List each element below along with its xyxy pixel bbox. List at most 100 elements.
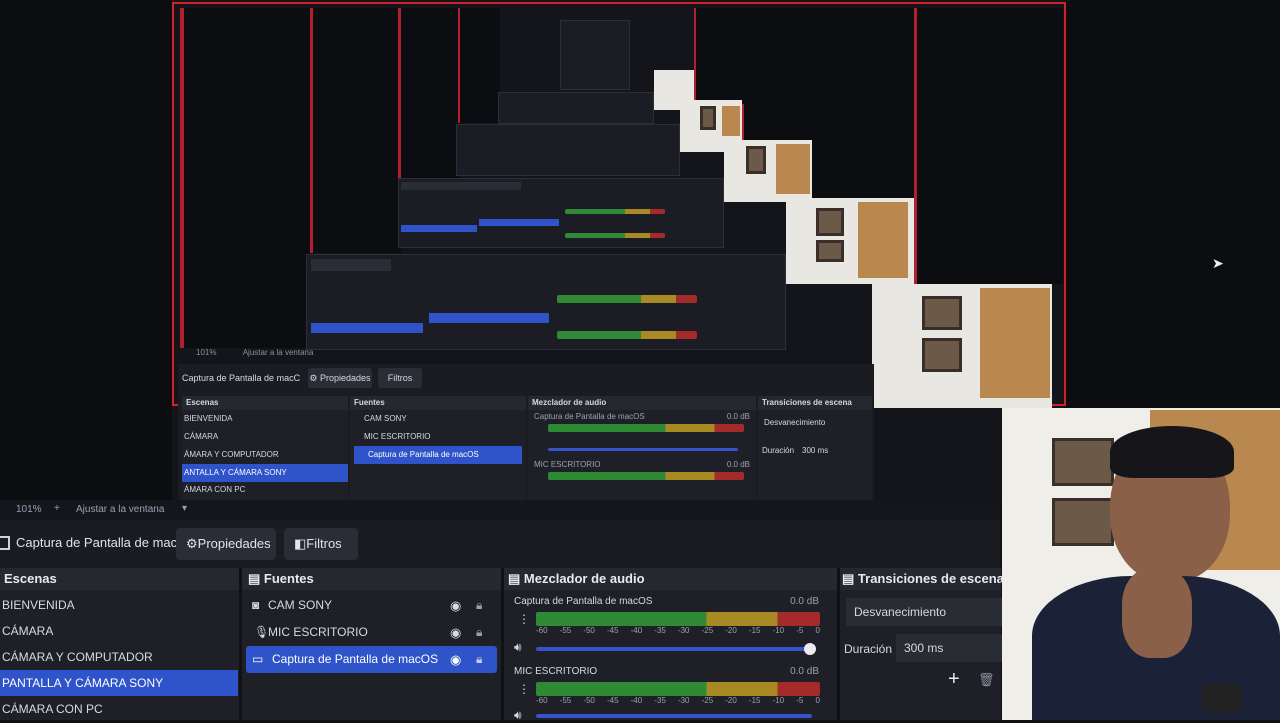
audio-mixer-panel: ▤ Mezclador de audio Captura de Pantalla…	[504, 568, 838, 723]
nested-frame-3	[398, 8, 461, 178]
scene-transitions-panel: ▤ Transiciones de escena Desvanecimiento…	[840, 568, 1004, 720]
nested-frame-4	[458, 8, 500, 123]
channel-menu-icon[interactable]: ⋮	[518, 682, 530, 696]
nested-zoom-value: 101%	[196, 348, 217, 357]
add-transition-icon[interactable]: +	[948, 668, 960, 691]
nested-duration-label: Duración	[762, 446, 795, 455]
room-slice-3	[724, 140, 812, 202]
sources-title-row: ▤ Fuentes	[242, 568, 501, 590]
trash-icon[interactable]: 🗑︎	[978, 672, 995, 688]
scenes-title: Escenas	[0, 568, 239, 590]
zoom-bar: 101% + Ajustar a la ventana ▾	[0, 500, 1000, 520]
properties-button[interactable]: ⚙Propiedades	[176, 528, 276, 560]
transitions-title: Transiciones de escena	[857, 571, 1004, 586]
scene-item-selected[interactable]: PANTALLA Y CÁMARA SONY	[0, 670, 238, 696]
scene-item[interactable]: CÁMARA	[0, 618, 239, 644]
nested-scenes-panel: Escenas BIENVENIDA CÁMARA ÁMARA Y COMPUT…	[182, 396, 348, 500]
duration-input[interactable]: 300 ms	[896, 634, 1002, 662]
fit-to-window-label[interactable]: Ajustar a la ventana	[76, 504, 164, 515]
mixer-channel-db: 0.0 dB	[790, 666, 819, 677]
nested-mixer-ch1-name: Captura de Pantalla de macOS	[534, 412, 645, 421]
nested-scene-item-selected: ANTALLA Y CÁMARA SONY	[182, 464, 348, 482]
nested-fit-label: Ajustar a la ventana	[242, 348, 314, 357]
nested-mixer-ch2-meter	[548, 472, 744, 480]
nested-frame-1	[180, 8, 314, 348]
visibility-eye-icon[interactable]: ◉	[450, 646, 461, 673]
nested-transitions-title: Transiciones de escena	[758, 396, 872, 410]
transition-select[interactable]: Desvanecimiento	[846, 598, 1002, 626]
visibility-eye-icon[interactable]: ◉	[450, 619, 461, 646]
selected-source-label: Captura de Pantalla de macC	[16, 535, 187, 550]
scenes-panel: Escenas BIENVENIDA CÁMARA CÁMARA Y COMPU…	[0, 568, 240, 720]
speaker-icon[interactable]: 🔊︎	[514, 640, 522, 655]
nested-transitions-panel: Transiciones de escena Desvanecimiento D…	[758, 396, 872, 500]
nested-medium-selected-scene	[401, 225, 477, 232]
nested-large-toolbar	[311, 259, 391, 271]
nested-source-item: MIC ESCRITORIO	[364, 432, 431, 441]
nested-frame-right-2	[914, 8, 1063, 284]
fit-dropdown-icon[interactable]: ▾	[182, 503, 187, 514]
filters-label: Filtros	[306, 536, 342, 551]
nested-scene-item: BIENVENIDA	[184, 414, 233, 423]
channel-menu-icon[interactable]: ⋮	[518, 612, 530, 626]
nested-medium-toolbar	[401, 182, 521, 190]
mixer-channel-name: Captura de Pantalla de macOS	[514, 596, 653, 607]
source-label: CAM SONY	[268, 598, 333, 612]
scene-item[interactable]: BIENVENIDA	[0, 592, 239, 618]
source-label: MIC ESCRITORIO	[268, 625, 368, 639]
source-item-mic-escritorio[interactable]: 🎙︎ MIC ESCRITORIO ◉ 🔒︎	[242, 619, 501, 646]
nested-mixer-ch2-db: 0.0 dB	[726, 460, 750, 469]
nested-source-item-selected: Captura de Pantalla de macOS	[354, 446, 522, 464]
scene-item[interactable]: CÁMARA CON PC	[0, 696, 239, 722]
nested-scenes-title: Escenas	[182, 396, 348, 410]
monitor-icon	[0, 536, 10, 550]
mixer-channel-1-volume-slider[interactable]	[536, 647, 812, 651]
nested-properties-button: ⚙ Propiedades	[308, 368, 372, 388]
zoom-in-icon[interactable]: +	[54, 503, 60, 514]
transitions-title-row: ▤ Transiciones de escena	[840, 568, 1004, 590]
mixer-channel-name: MIC ESCRITORIO	[514, 666, 598, 677]
nested-mixer-title: Mezclador de audio	[528, 396, 756, 410]
source-label: Captura de Pantalla de macOS	[272, 652, 439, 666]
nested-scene-item: CÁMARA	[184, 432, 219, 441]
nested-large-meter-2	[557, 331, 697, 339]
nested-large-selected-scene	[311, 323, 423, 333]
visibility-eye-icon[interactable]: ◉	[450, 592, 461, 619]
mixer-title-row: ▤ Mezclador de audio	[504, 568, 837, 590]
nested-ui-main: Captura de Pantalla de macC ⚙ Propiedade…	[178, 364, 874, 500]
source-item-screen-capture-selected[interactable]: ▭ Captura de Pantalla de macOS ◉ 🔒︎	[246, 646, 497, 673]
nested-source-item: CAM SONY	[364, 414, 407, 423]
nested-medium-meter-1	[565, 209, 665, 214]
zoom-value[interactable]: 101%	[16, 504, 42, 515]
lock-icon[interactable]: 🔒︎	[476, 646, 482, 673]
nested-duration-value: 300 ms	[802, 446, 829, 455]
webcam-feed	[1002, 408, 1280, 720]
mixer-channel-2-volume-slider[interactable]	[536, 714, 812, 718]
scene-item[interactable]: CÁMARA Y COMPUTADOR	[0, 644, 239, 670]
nested-filters-label: Filtros	[387, 373, 413, 383]
lock-icon[interactable]: 🔒︎	[476, 592, 482, 619]
mixer-channel-1-volume-knob[interactable]	[804, 643, 816, 655]
smartwatch	[1202, 684, 1242, 712]
nested-ui-small	[456, 124, 680, 176]
person-hand	[1122, 568, 1192, 658]
nested-frame-right-3	[742, 8, 814, 140]
nested-zoombar: 101% Ajustar a la ventana	[186, 348, 886, 362]
mixer-channel-1-meter	[536, 612, 820, 626]
source-item-cam-sony[interactable]: ◙ CAM SONY ◉ 🔒︎	[242, 592, 501, 619]
camera-icon: ◙	[252, 598, 260, 612]
nested-large-selected-source	[429, 313, 549, 323]
nested-scene-item: ÁMARA CON PC	[184, 485, 246, 494]
nested-sources-title: Fuentes	[350, 396, 526, 410]
preview-right-margin	[1064, 0, 1280, 408]
speaker-icon[interactable]: 🔊︎	[514, 708, 522, 723]
person-hair	[1110, 426, 1234, 478]
mixer-channel-2-meter	[536, 682, 820, 696]
nested-frame-right-4	[694, 8, 744, 104]
mouse-cursor-icon: ➤	[1212, 255, 1224, 271]
mixer-scale: -60 -55 -50 -45 -40 -35 -30 -25 -20 -15 -10 -5 0	[536, 626, 820, 635]
source-toolbar: Captura de Pantalla de macC ⚙Propiedades…	[0, 520, 1000, 568]
lock-icon[interactable]: 🔒︎	[476, 619, 482, 646]
filters-button[interactable]: ◧Filtros	[284, 528, 358, 560]
wall-diploma	[1052, 438, 1114, 486]
